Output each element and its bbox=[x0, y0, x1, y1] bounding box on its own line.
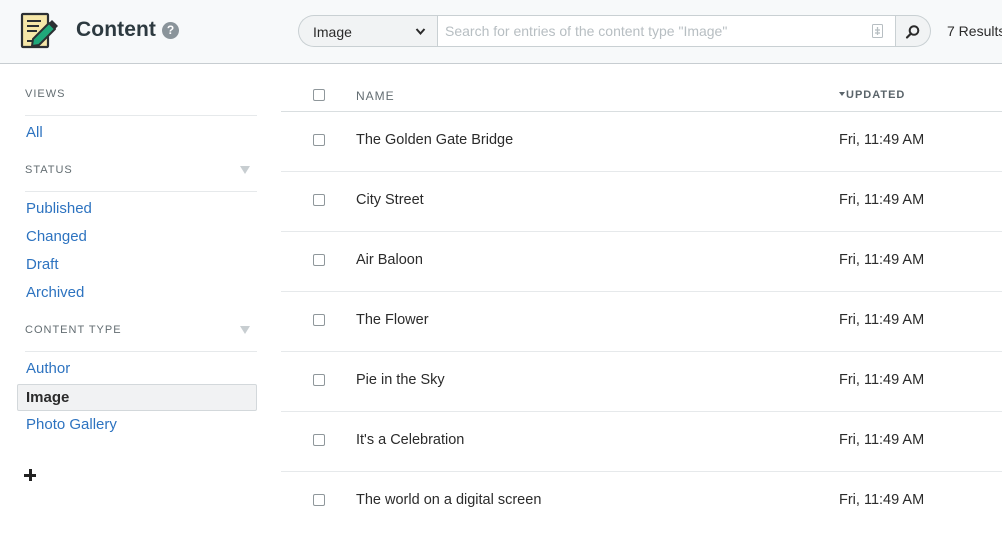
entry-updated: Fri, 11:49 AM bbox=[839, 132, 925, 148]
sidebar-item-changed[interactable]: Changed bbox=[17, 223, 257, 250]
table-row[interactable]: Air Baloon Fri, 11:49 AM bbox=[281, 232, 1002, 292]
search-input[interactable] bbox=[438, 16, 858, 46]
content-type-select-value: Image bbox=[313, 24, 352, 40]
table-header: NAME UPDATED bbox=[281, 64, 1002, 112]
entry-updated: Fri, 11:49 AM bbox=[839, 192, 925, 208]
entry-updated: Fri, 11:49 AM bbox=[839, 432, 925, 448]
entry-updated: Fri, 11:49 AM bbox=[839, 372, 925, 388]
sidebar: VIEWS All STATUS Published Changed Draft… bbox=[0, 64, 270, 547]
entries-table: NAME UPDATED The Golden Gate Bridge Fri,… bbox=[281, 64, 1002, 547]
entry-name[interactable]: Air Baloon bbox=[356, 252, 423, 268]
filter-icon[interactable] bbox=[872, 24, 883, 38]
column-header-name[interactable]: NAME bbox=[356, 89, 395, 103]
row-checkbox[interactable] bbox=[313, 494, 325, 506]
entry-name[interactable]: Pie in the Sky bbox=[356, 372, 445, 388]
table-row[interactable]: It's a Celebration Fri, 11:49 AM bbox=[281, 412, 1002, 472]
entry-name[interactable]: The Flower bbox=[356, 312, 429, 328]
plus-icon[interactable] bbox=[24, 468, 38, 482]
chevron-down-icon bbox=[415, 28, 426, 36]
views-heading: VIEWS bbox=[25, 88, 257, 116]
sidebar-item-published[interactable]: Published bbox=[17, 195, 257, 222]
search-field bbox=[437, 15, 896, 47]
sidebar-item-photo-gallery[interactable]: Photo Gallery bbox=[17, 411, 257, 438]
sidebar-item-image[interactable]: Image bbox=[17, 384, 257, 411]
search-button[interactable] bbox=[896, 15, 931, 47]
entry-updated: Fri, 11:49 AM bbox=[839, 492, 925, 508]
sidebar-item-archived[interactable]: Archived bbox=[17, 279, 257, 306]
entry-name[interactable]: City Street bbox=[356, 192, 424, 208]
column-header-updated[interactable]: UPDATED bbox=[839, 89, 905, 101]
content-type-heading: CONTENT TYPE bbox=[25, 324, 257, 352]
entry-name[interactable]: The world on a digital screen bbox=[356, 492, 541, 508]
table-row[interactable]: The Golden Gate Bridge Fri, 11:49 AM bbox=[281, 112, 1002, 172]
table-row[interactable]: City Street Fri, 11:49 AM bbox=[281, 172, 1002, 232]
table-row[interactable]: The world on a digital screen Fri, 11:49… bbox=[281, 472, 1002, 532]
row-checkbox[interactable] bbox=[313, 434, 325, 446]
select-all-checkbox[interactable] bbox=[313, 89, 325, 101]
row-checkbox[interactable] bbox=[313, 314, 325, 326]
entry-name[interactable]: It's a Celebration bbox=[356, 432, 464, 448]
entry-updated: Fri, 11:49 AM bbox=[839, 252, 925, 268]
content-type-select[interactable]: Image bbox=[298, 15, 437, 47]
sidebar-item-draft[interactable]: Draft bbox=[17, 251, 257, 278]
table-row[interactable]: The Flower Fri, 11:49 AM bbox=[281, 292, 1002, 352]
search-icon bbox=[905, 25, 920, 39]
row-checkbox[interactable] bbox=[313, 194, 325, 206]
row-checkbox[interactable] bbox=[313, 254, 325, 266]
collapse-triangle-icon[interactable] bbox=[240, 326, 250, 334]
entry-updated: Fri, 11:49 AM bbox=[839, 312, 925, 328]
results-count: 7 Results bbox=[947, 23, 1002, 39]
row-checkbox[interactable] bbox=[313, 134, 325, 146]
sort-desc-icon bbox=[839, 92, 845, 96]
row-checkbox[interactable] bbox=[313, 374, 325, 386]
question-circle-icon[interactable]: ? bbox=[162, 22, 179, 39]
content-logo-icon bbox=[19, 12, 61, 50]
collapse-triangle-icon[interactable] bbox=[240, 166, 250, 174]
table-row[interactable]: Pie in the Sky Fri, 11:49 AM bbox=[281, 352, 1002, 412]
status-heading: STATUS bbox=[25, 164, 257, 192]
entry-name[interactable]: The Golden Gate Bridge bbox=[356, 132, 513, 148]
page-title: Content bbox=[76, 18, 157, 41]
app-header: Content ? Image 7 Results bbox=[0, 0, 1002, 64]
sidebar-item-all[interactable]: All bbox=[17, 119, 257, 146]
sidebar-item-author[interactable]: Author bbox=[17, 355, 257, 382]
